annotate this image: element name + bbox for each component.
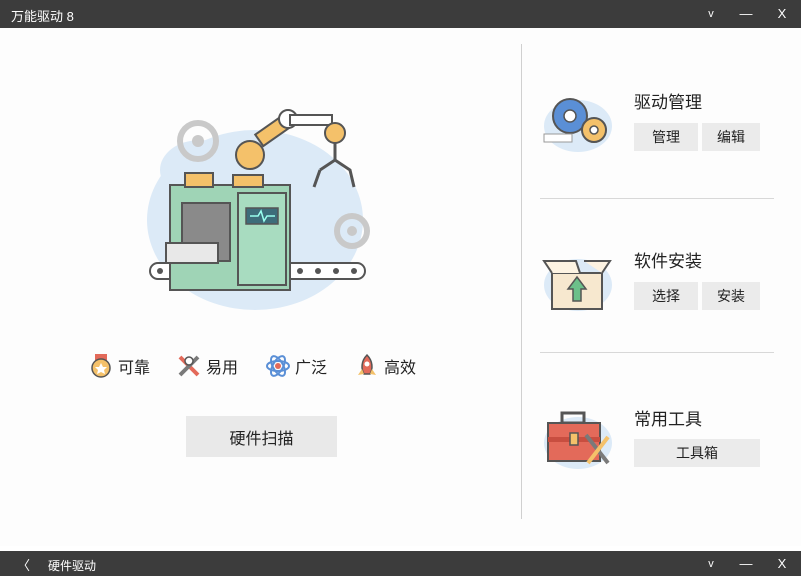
bottom-close-button[interactable]: X: [770, 553, 794, 575]
feature-easy: 易用: [176, 352, 238, 380]
feature-label: 广泛: [295, 358, 328, 377]
feature-label: 可靠: [118, 358, 151, 377]
feature-efficient: 高效: [354, 352, 416, 380]
section-divider: [540, 198, 774, 199]
common-tools-section: 常用工具 工具箱: [540, 405, 780, 495]
title-bar: 万能驱动 8 v — X: [0, 0, 801, 28]
back-button[interactable]: 〈: [17, 555, 30, 574]
bottom-bar: 〈 硬件驱动 v — X: [0, 551, 801, 576]
manage-button[interactable]: 管理: [634, 123, 698, 151]
minimize-button[interactable]: —: [734, 3, 758, 25]
driver-management-section: 驱动管理 管理 编辑: [540, 88, 780, 178]
close-button[interactable]: X: [770, 3, 794, 25]
window-title: 万能驱动 8: [11, 9, 74, 24]
install-button[interactable]: 安装: [702, 282, 760, 310]
section-title: 驱动管理: [634, 93, 702, 113]
bottom-minimize-button[interactable]: —: [734, 553, 758, 575]
toolbox-button[interactable]: 工具箱: [634, 439, 760, 467]
factory-machine-illustration: [147, 109, 370, 310]
vertical-divider: [521, 44, 522, 519]
feature-reliable: 可靠: [88, 352, 150, 380]
hardware-scan-button[interactable]: 硬件扫描: [186, 416, 337, 457]
edit-button[interactable]: 编辑: [702, 123, 760, 151]
section-title: 软件安装: [634, 252, 702, 272]
section-divider: [540, 352, 774, 353]
section-title: 常用工具: [634, 410, 702, 430]
gears-icon: [543, 98, 612, 152]
feature-label: 高效: [384, 358, 417, 377]
bottom-bar-title: 硬件驱动: [48, 559, 97, 573]
package-box-icon: [542, 259, 612, 311]
feature-label: 易用: [206, 358, 239, 377]
feature-broad: 广泛: [265, 352, 327, 380]
software-install-section: 软件安装 选择 安装: [540, 247, 780, 337]
atom-icon: [266, 355, 290, 377]
toolbox-icon: [544, 411, 612, 469]
medal-icon: [91, 354, 111, 378]
rocket-icon: [358, 353, 376, 375]
select-button[interactable]: 选择: [634, 282, 698, 310]
tools-cross-icon: [178, 355, 200, 377]
dropdown-button[interactable]: v: [699, 3, 723, 25]
bottom-dropdown-button[interactable]: v: [699, 553, 723, 575]
